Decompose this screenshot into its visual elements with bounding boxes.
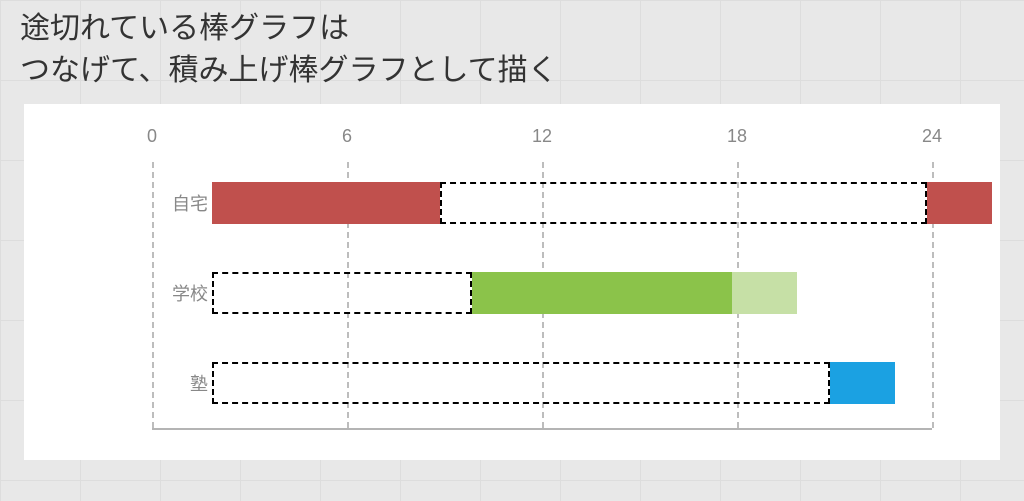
y-tick-label: 学校: [152, 280, 208, 306]
bar-track: [212, 182, 992, 224]
chart-row: 自宅: [152, 182, 932, 224]
chart-area: 06121824 自宅学校塾: [92, 122, 932, 430]
chart-container: 0 6 12 18 24 自宅学校塾: [24, 104, 1000, 460]
bar-segment: [830, 362, 895, 404]
plot-area: 自宅学校塾: [152, 162, 932, 430]
y-tick-label: 自宅: [152, 190, 208, 216]
x-tick-label: 18: [727, 126, 747, 147]
bar-segment: [732, 272, 797, 314]
bar-track: [212, 272, 992, 314]
bar-segment: [927, 182, 992, 224]
page-title: 途切れている棒グラフは つなげて、積み上げ棒グラフとして描く: [0, 0, 1024, 104]
x-tick-label: 12: [532, 126, 552, 147]
x-axis: 06121824: [152, 126, 932, 156]
x-tick-label: 0: [147, 126, 157, 147]
chart-row: 学校: [152, 272, 932, 314]
bar-track: [212, 362, 992, 404]
x-tick-label: 24: [922, 126, 942, 147]
bar-segment: [212, 182, 440, 224]
bar-gap: [212, 272, 472, 314]
chart-row: 塾: [152, 362, 932, 404]
x-tick-label: 6: [342, 126, 352, 147]
bar-gap: [440, 182, 928, 224]
bar-segment: [472, 272, 732, 314]
bar-gap: [212, 362, 830, 404]
y-tick-label: 塾: [152, 370, 208, 396]
